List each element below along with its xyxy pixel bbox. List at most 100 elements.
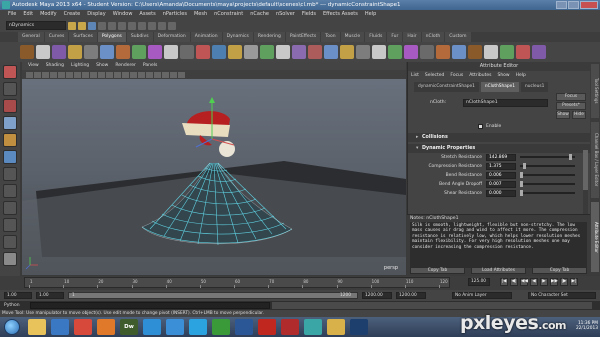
menu-file[interactable]: File [8,10,16,19]
shelf-tool-icon[interactable] [116,45,130,59]
shelf-tab-hair[interactable]: Hair [403,32,421,42]
taskbar-word-icon[interactable] [235,319,253,335]
notes-text[interactable]: Silk is smooth, lightweight, flexible bu… [410,222,587,268]
isolate-select-icon[interactable] [178,71,185,78]
shelf-tab-animation[interactable]: Animation [190,32,222,42]
bookmark-icon[interactable] [42,71,49,78]
shelf-tool-icon[interactable] [148,45,162,59]
shelf-tab-ncloth[interactable]: nCloth [421,32,445,42]
shelf-tool-icon[interactable] [68,45,82,59]
shelf-tool-icon[interactable] [52,45,66,59]
current-frame-field[interactable]: 125.00 [468,278,490,286]
taskbar-acrobat-icon[interactable] [258,319,276,335]
shelf-tool-icon[interactable] [500,45,514,59]
menu-fields[interactable]: Fields [302,10,316,19]
shelf-tool-icon[interactable] [260,45,274,59]
viewport-menu-show[interactable]: Show [96,62,108,70]
save-scene-icon[interactable] [88,21,96,30]
menu-create[interactable]: Create [64,10,81,19]
taskbar-photoshop-icon[interactable] [350,319,368,335]
menu-help[interactable]: Help [365,10,376,19]
shelf-tab-polygons[interactable]: Polygons [97,32,126,42]
taskbar-dreamweaver-icon[interactable]: Dw [120,319,138,335]
shelf-tool-icon[interactable] [532,45,546,59]
shelf-tool-icon[interactable] [356,45,370,59]
taskbar-folder-icon[interactable] [327,319,345,335]
range-bar[interactable] [68,292,358,299]
snap-curve-icon[interactable] [138,21,146,30]
menu-modify[interactable]: Modify [40,10,57,19]
viewport-menu-renderer[interactable]: Renderer [115,62,136,70]
menu-nparticles[interactable]: nParticles [163,10,187,19]
wireframe-icon[interactable] [114,71,121,78]
shelf-tab-fluids[interactable]: Fluids [365,32,387,42]
notes-button-load-attributes[interactable]: Load Attributes [471,267,526,274]
move-tool-icon[interactable] [3,116,17,130]
shelf-tool-icon[interactable] [244,45,258,59]
default-material-icon[interactable] [130,71,137,78]
shelf-tool-icon[interactable] [404,45,418,59]
attr-menu-show[interactable]: Show [497,71,509,80]
attribute-slider[interactable] [520,172,575,178]
snap-grid-icon[interactable] [128,21,136,30]
attribute-value-field[interactable]: 1.375 [486,163,516,170]
attr-menu-focus[interactable]: Focus [450,71,463,80]
shelf-tool-icon[interactable] [484,45,498,59]
taskbar-windows-icon[interactable] [143,319,161,335]
side-tab-attribute-editor[interactable]: Attribute Editor [591,202,599,272]
xray-joints-icon[interactable] [170,71,177,78]
show-button[interactable]: Show [556,111,570,119]
end-time-field[interactable]: 1200.00 [396,292,426,299]
shelf-tool-icon[interactable] [132,45,146,59]
gate-mask-icon[interactable] [82,71,89,78]
grid-toggle-icon[interactable] [58,71,65,78]
taskbar-adobe-icon[interactable] [281,319,299,335]
shelf-tab-deformation[interactable]: Deformation [153,32,190,42]
playback-button[interactable]: ◀ [530,278,538,286]
image-plane-icon[interactable] [50,71,57,78]
playback-start-field[interactable]: 1.00 [36,292,64,299]
start-button[interactable] [4,319,20,335]
new-scene-icon[interactable] [68,21,76,30]
playback-button[interactable]: ◀◀ [520,278,528,286]
menu-effects-assets[interactable]: Effects Assets [323,10,358,19]
menu-assets[interactable]: Assets [139,10,155,19]
ipr-render-icon[interactable] [168,21,176,30]
minimize-button[interactable] [556,1,567,9]
attribute-slider[interactable] [520,163,575,169]
viewport-menu-lighting[interactable]: Lighting [71,62,89,70]
shelf-tool-icon[interactable] [36,45,50,59]
shadows-icon[interactable] [154,71,161,78]
collisions-section-header[interactable]: ▸ Collisions [408,133,590,142]
menu-nsolver[interactable]: nSolver [276,10,295,19]
attribute-value-field[interactable]: 0.006 [486,172,516,179]
scrollbar-thumb[interactable] [583,150,588,190]
attr-menu-selected[interactable]: Selected [425,71,445,80]
manipulator-tool-icon[interactable] [3,167,17,181]
character-set-dropdown[interactable]: No Character Set [528,292,596,299]
shelf-tab-rendering[interactable]: Rendering [253,32,285,42]
last-tool-icon[interactable] [3,184,17,198]
shelf-tool-icon[interactable] [372,45,386,59]
shelf-tool-icon[interactable] [308,45,322,59]
shelf-tab-subdivs[interactable]: Subdivs [126,32,153,42]
timeline-track[interactable]: 1 10 20 30 40 50 60 70 80 90 100 110 120 [24,277,450,288]
field-chart-icon[interactable] [90,71,97,78]
slider-knob[interactable] [569,154,573,160]
shelf-tool-icon[interactable] [388,45,402,59]
side-tab-tool-settings[interactable]: Tool Settings [591,64,599,118]
rotate-tool-icon[interactable] [3,133,17,147]
playback-button[interactable]: ▶▶ [550,278,558,286]
xray-icon[interactable] [162,71,169,78]
scale-tool-icon[interactable] [3,150,17,164]
shelf-tool-icon[interactable] [452,45,466,59]
menu-nconstraint[interactable]: nConstraint [214,10,243,19]
shelf-tab-muscle[interactable]: Muscle [340,32,365,42]
lasso-tool-icon[interactable] [3,82,17,96]
slider-knob[interactable] [520,172,523,178]
attribute-value-field[interactable]: 0.007 [486,181,516,188]
taskbar-explorer-icon[interactable] [28,319,46,335]
slider-knob[interactable] [520,181,523,187]
script-language-toggle[interactable]: Python [4,302,20,309]
playback-button[interactable]: |◀ [500,278,508,286]
